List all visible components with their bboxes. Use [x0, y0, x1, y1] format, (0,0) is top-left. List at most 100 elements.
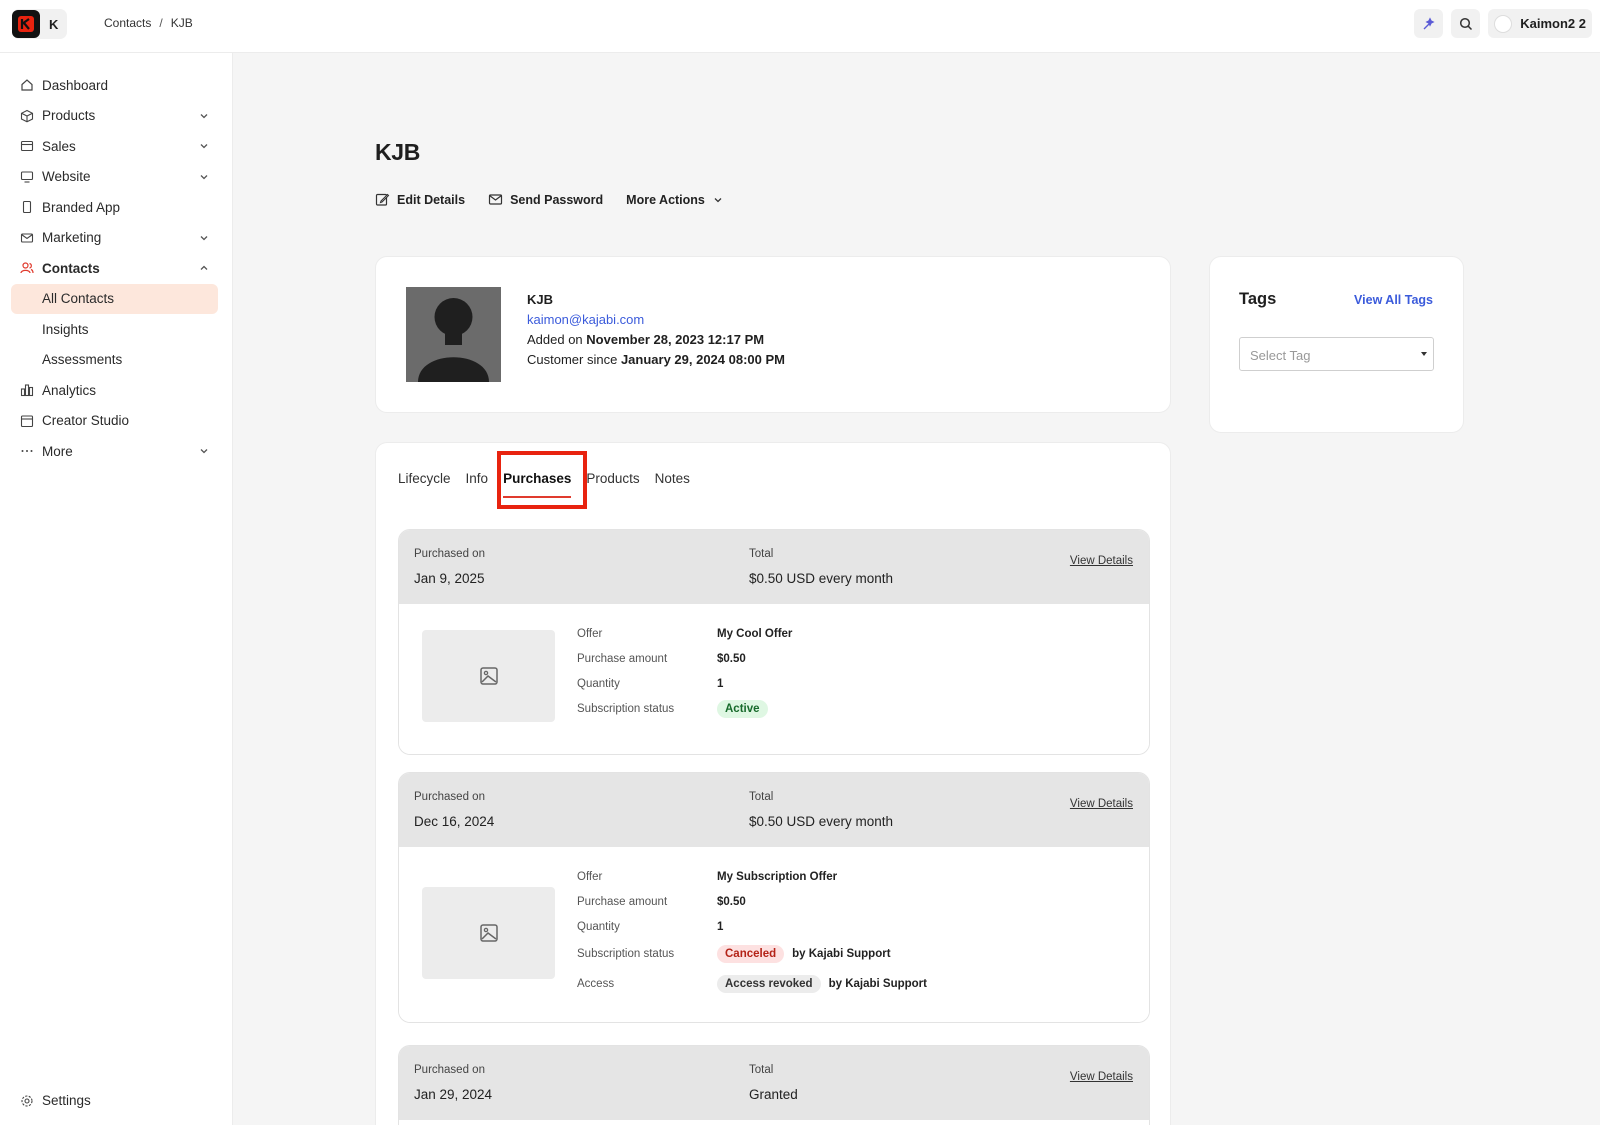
edit-icon: [375, 193, 390, 206]
sidebar-item-label: Creator Studio: [42, 413, 130, 429]
purchased-on-date: Jan 29, 2024: [414, 1087, 493, 1102]
gear-icon: [21, 1094, 33, 1107]
offer-row: Offer My Subscription Offer: [577, 871, 837, 883]
sidebar-item-label: More: [42, 443, 73, 459]
view-all-tags-link[interactable]: View All Tags: [1354, 293, 1433, 307]
caret-down-icon: [1421, 352, 1427, 356]
sidebar-item-branded-app[interactable]: Branded App: [11, 192, 218, 223]
home-icon: [20, 78, 34, 92]
sidebar-item-all-contacts[interactable]: All Contacts: [11, 283, 218, 314]
offer-thumbnail: [422, 887, 555, 979]
more-actions-dropdown[interactable]: More Actions: [626, 192, 724, 207]
profile-info: KJB kaimon@kajabi.com Added on November …: [527, 290, 785, 370]
access-row: Access Access revoked by Kajabi Support: [577, 975, 927, 993]
status-badge: Active: [717, 700, 768, 718]
edit-details-button[interactable]: Edit Details: [375, 192, 465, 207]
total-label: Total: [749, 1064, 774, 1076]
tab-lifecycle[interactable]: Lifecycle: [398, 471, 451, 486]
quantity-value: 1: [717, 921, 724, 933]
contact-tabs-card: Lifecycle Info Purchases Products Notes …: [375, 442, 1171, 1125]
edit-details-label: Edit Details: [397, 192, 466, 207]
purchased-on-date: Dec 16, 2024: [414, 814, 495, 829]
customer-since-label: Customer since: [527, 352, 618, 367]
breadcrumb-contacts[interactable]: Contacts: [104, 16, 151, 30]
search-button[interactable]: [1451, 9, 1481, 38]
monitor-icon: [20, 170, 34, 184]
view-details-link[interactable]: View Details: [1070, 555, 1133, 567]
sidebar-item-insights[interactable]: Insights: [11, 314, 218, 345]
subscription-status-label: Subscription status: [577, 948, 675, 960]
offer-row: Offer My Cool Offer: [577, 628, 792, 640]
purchase-header: Purchased on Dec 16, 2024 Total $0.50 US…: [399, 773, 1149, 847]
offer-thumbnail: [422, 630, 555, 722]
workspace-initial: K: [49, 16, 59, 32]
status-by: by Kajabi Support: [792, 948, 891, 960]
quantity-row: Quantity 1: [577, 921, 723, 933]
mail-icon: [20, 231, 34, 245]
access-label: Access: [577, 978, 615, 990]
purchase-amount-row: Purchase amount $0.50: [577, 896, 746, 908]
purchase-header: Purchased on Jan 29, 2024 Total Granted …: [399, 1046, 1149, 1120]
tab-products[interactable]: Products: [586, 471, 639, 486]
sidebar-item-marketing[interactable]: Marketing: [11, 223, 218, 254]
total-value: $0.50 USD every month: [749, 814, 894, 829]
kajabi-logo: [12, 10, 40, 38]
sidebar-item-label: All Contacts: [42, 291, 115, 307]
sidebar-item-dashboard[interactable]: Dashboard: [11, 70, 218, 101]
subscription-status-row: Subscription status Active: [577, 700, 768, 718]
mail-icon: [488, 194, 503, 205]
sidebar-item-label: Insights: [42, 321, 89, 337]
workspace-switcher[interactable]: K: [12, 9, 68, 39]
chevron-down-icon: [200, 144, 208, 149]
added-on: Added on November 28, 2023 12:17 PM: [527, 330, 785, 350]
chevron-down-icon: [714, 197, 722, 202]
purchased-on-label: Purchased on: [414, 548, 485, 560]
top-bar: K Contacts / KJB Kaimon2 2: [0, 0, 1600, 53]
sidebar-item-assessments[interactable]: Assessments: [11, 345, 218, 376]
highlight-annotation: [497, 451, 587, 509]
sidebar-item-settings[interactable]: Settings: [20, 1093, 91, 1108]
total-label: Total: [749, 548, 774, 560]
user-menu-button[interactable]: Kaimon2 2: [1488, 9, 1592, 38]
tag-select[interactable]: Select Tag: [1239, 337, 1434, 371]
sidebar-item-sales[interactable]: Sales: [11, 131, 218, 162]
ai-assistant-button[interactable]: [1414, 9, 1444, 38]
purchase-header: Purchased on Jan 9, 2025 Total $0.50 USD…: [399, 530, 1149, 604]
profile-card: KJB kaimon@kajabi.com Added on November …: [375, 256, 1171, 413]
purchase-card: Purchased on Jan 9, 2025 Total $0.50 USD…: [398, 529, 1150, 755]
purchased-on-label: Purchased on: [414, 791, 485, 803]
purchased-on-label: Purchased on: [414, 1064, 485, 1076]
contact-email[interactable]: kaimon@kajabi.com: [527, 310, 785, 330]
purchase-card: Purchased on Dec 16, 2024 Total $0.50 US…: [398, 772, 1150, 1023]
purchase-amount-label: Purchase amount: [577, 896, 668, 908]
offer-value: My Cool Offer: [717, 628, 793, 640]
sidebar-item-contacts[interactable]: Contacts: [11, 253, 218, 284]
search-icon: [1459, 17, 1472, 30]
sidebar-item-analytics[interactable]: Analytics: [11, 375, 218, 406]
view-details-link[interactable]: View Details: [1070, 1071, 1133, 1083]
sidebar-item-label: Analytics: [42, 382, 97, 398]
sidebar-item-label: Marketing: [42, 230, 102, 246]
main-content: KJB Edit Details Send Password More Acti…: [234, 53, 1600, 1125]
added-on-date: November 28, 2023 12:17 PM: [586, 332, 765, 347]
sidebar-item-more[interactable]: More: [11, 436, 218, 467]
more-actions-label: More Actions: [626, 192, 705, 207]
contact-avatar: [406, 287, 501, 382]
sidebar-item-creator-studio[interactable]: Creator Studio: [11, 406, 218, 437]
customer-since-date: January 29, 2024 08:00 PM: [620, 352, 785, 367]
offer-label: Offer: [577, 871, 603, 883]
sidebar-item-website[interactable]: Website: [11, 162, 218, 193]
purchase-card: Purchased on Jan 29, 2024 Total Granted …: [398, 1045, 1150, 1125]
send-password-button[interactable]: Send Password: [488, 192, 603, 207]
tab-info[interactable]: Info: [466, 471, 489, 486]
view-details-link[interactable]: View Details: [1070, 798, 1133, 810]
sidebar-item-products[interactable]: Products: [11, 101, 218, 132]
quantity-label: Quantity: [577, 921, 620, 933]
user-avatar: [1494, 14, 1513, 33]
chevron-down-icon: [200, 235, 208, 240]
tags-card: Tags View All Tags Select Tag: [1209, 256, 1464, 433]
total-value: $0.50 USD every month: [749, 571, 894, 586]
tab-notes[interactable]: Notes: [655, 471, 690, 486]
sales-icon: [20, 139, 34, 153]
purchase-amount-value: $0.50: [717, 896, 746, 908]
